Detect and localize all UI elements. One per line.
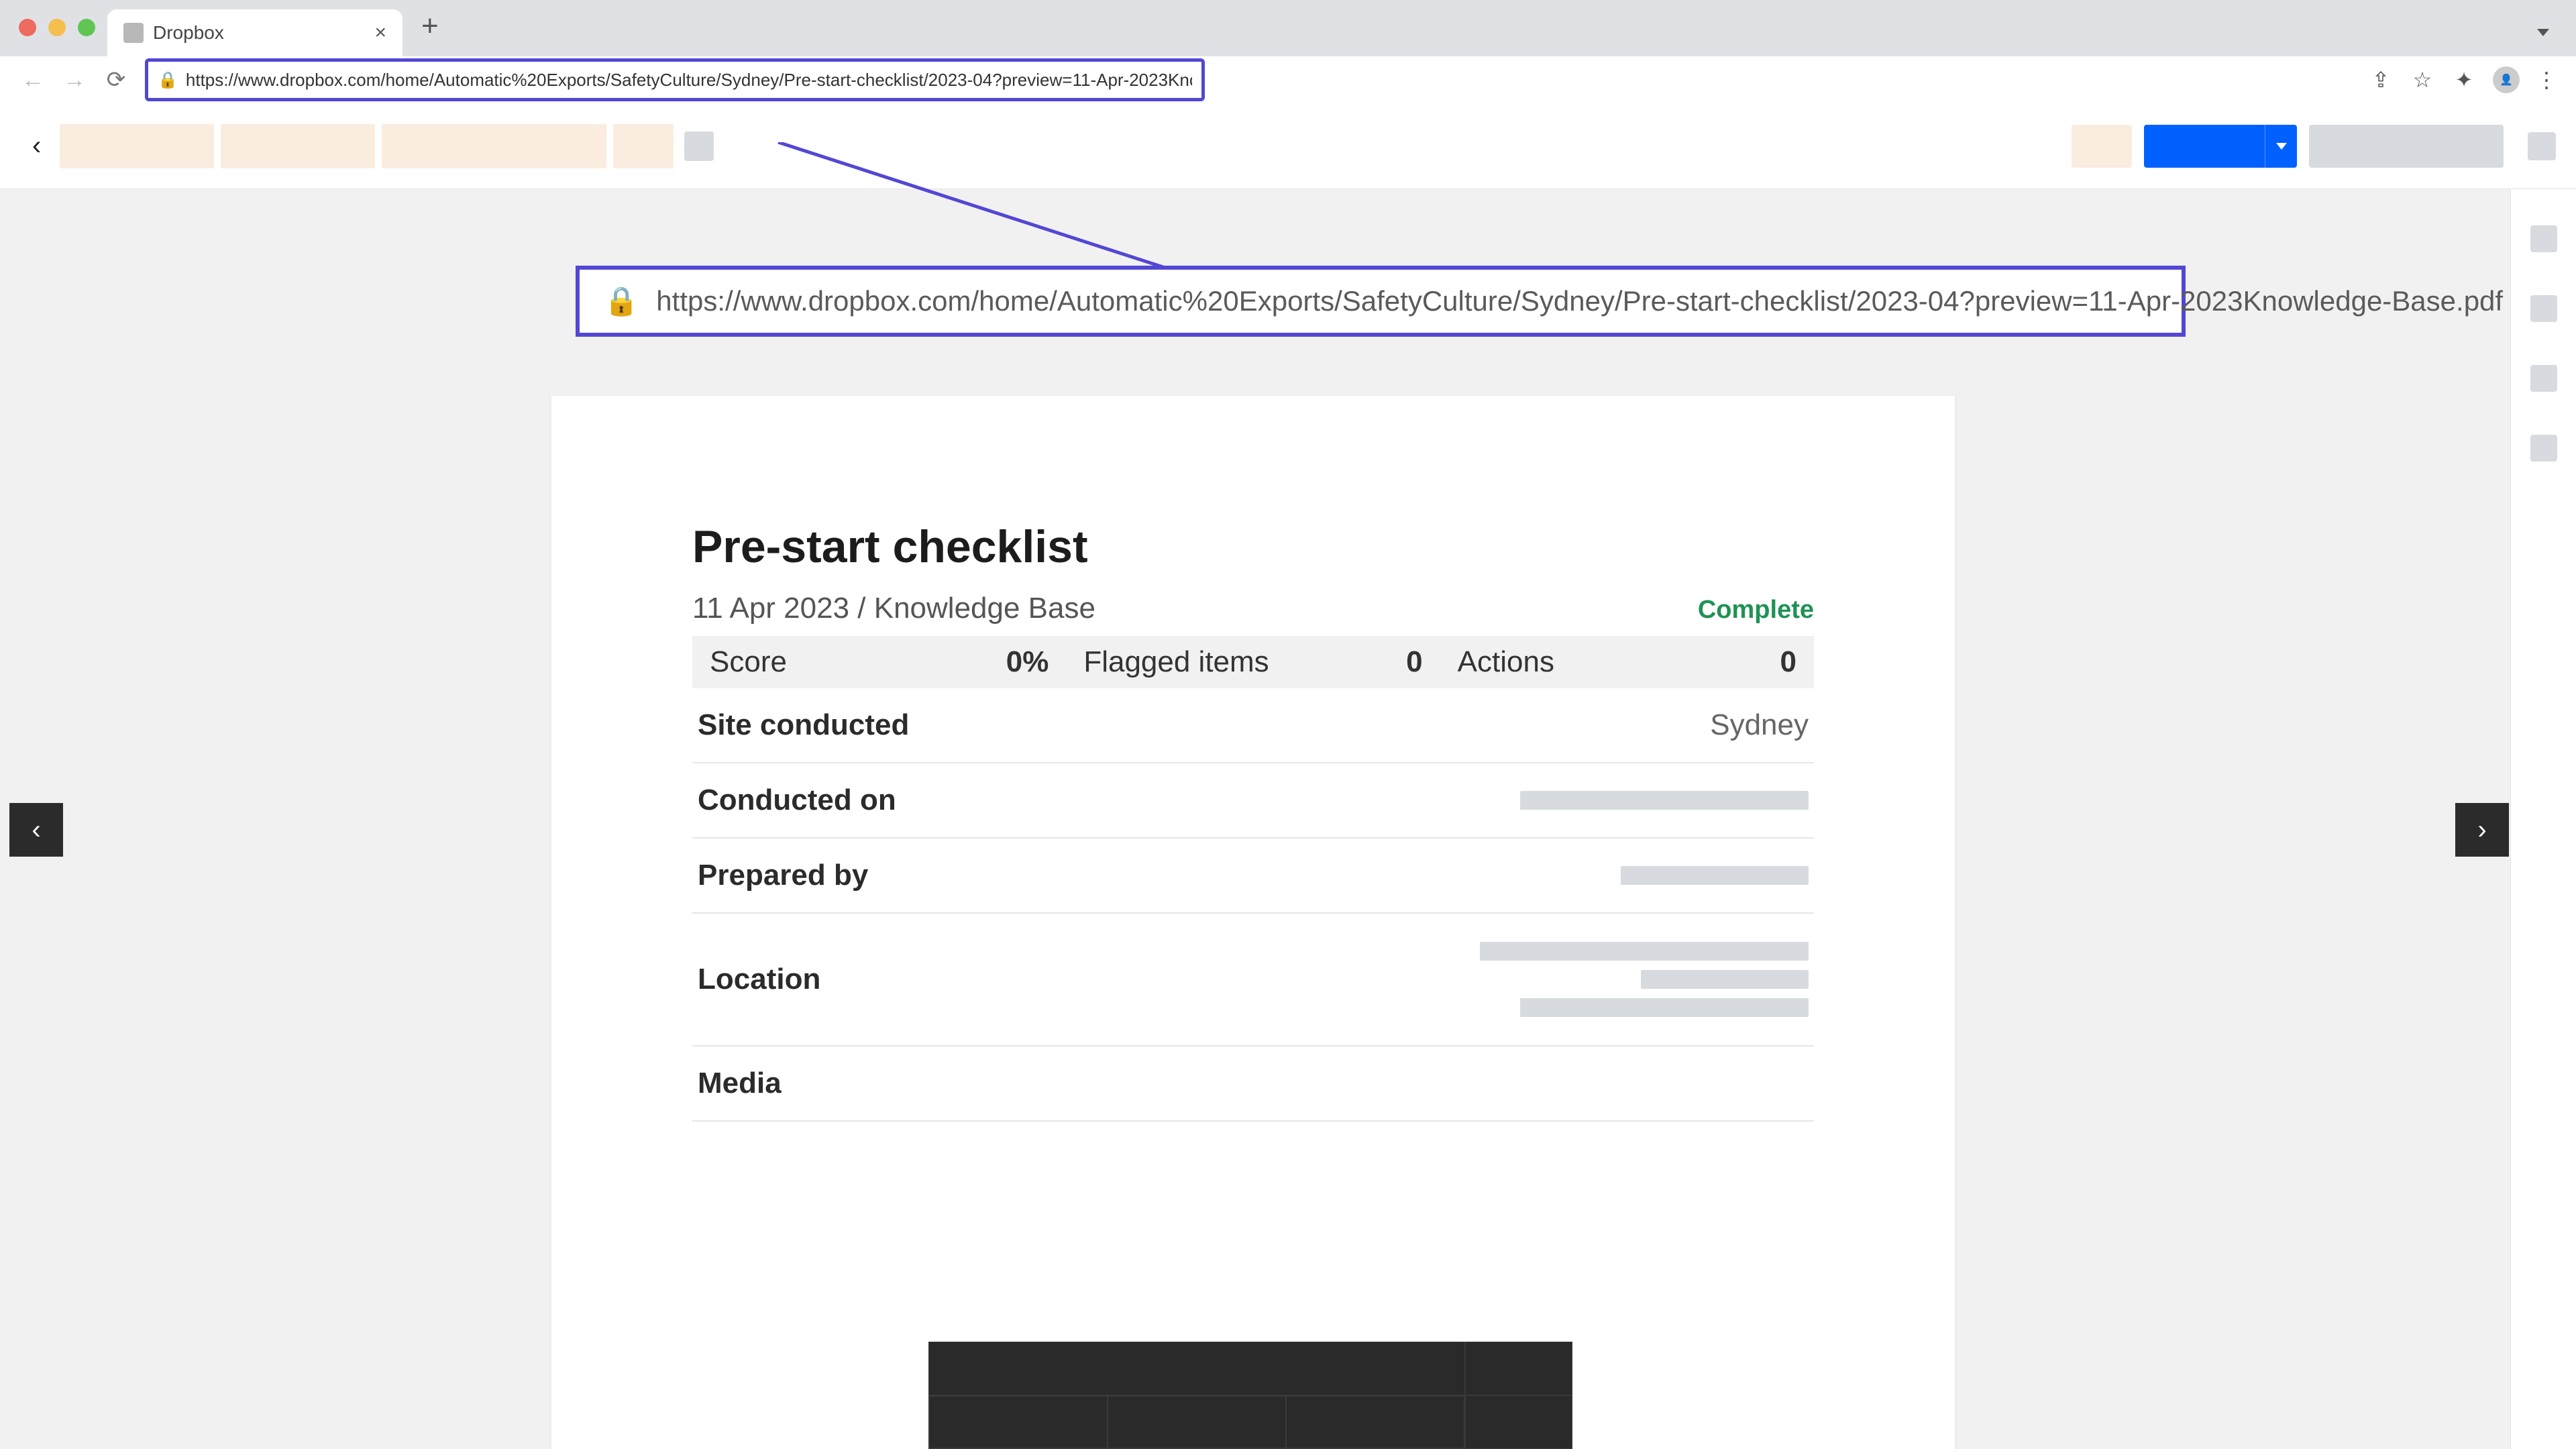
header-button-placeholder[interactable]: [2309, 125, 2504, 168]
breadcrumb-placeholder[interactable]: [382, 124, 606, 168]
field-label: Site conducted: [698, 708, 909, 742]
extensions-icon[interactable]: ✦: [2451, 67, 2477, 93]
preview-toolbar[interactable]: [928, 1342, 1572, 1449]
stat-flagged: Flagged items 0: [1066, 645, 1440, 679]
primary-action-button[interactable]: [2144, 125, 2297, 168]
stat-value: 0%: [1006, 645, 1049, 679]
lock-icon: 🔒: [604, 285, 639, 318]
document-subtitle-row: 11 Apr 2023 / Knowledge Base Complete: [692, 592, 1814, 625]
header-icon-placeholder[interactable]: [2528, 132, 2556, 160]
toolbar-section[interactable]: [1465, 1342, 1572, 1395]
tab-title: Dropbox: [153, 22, 365, 44]
previous-page-button[interactable]: ‹: [9, 803, 63, 857]
url-container: 🔒 https://www.dropbox.com/home/Automatic…: [145, 58, 2352, 101]
zoomed-url-text: https://www.dropbox.com/home/Automatic%2…: [656, 285, 2503, 317]
redacted-value: [1520, 791, 1809, 810]
stat-value: 0: [1780, 645, 1796, 679]
tab-overflow-icon[interactable]: [2537, 29, 2576, 56]
header-actions: [2072, 125, 2556, 168]
preview-stage: 🔒 https://www.dropbox.com/home/Automatic…: [0, 189, 2576, 1449]
sidebar-icon[interactable]: [2530, 295, 2557, 322]
field-location: Location: [692, 914, 1814, 1046]
profile-avatar-icon[interactable]: 👤: [2493, 66, 2520, 93]
dropbox-preview-header: ‹: [0, 103, 2576, 189]
field-value: Sydney: [1710, 708, 1809, 742]
field-label: Location: [698, 963, 820, 996]
stat-label: Actions: [1458, 645, 1554, 679]
window-controls: [15, 19, 107, 56]
header-button-placeholder[interactable]: [2072, 125, 2132, 168]
field-label: Media: [698, 1067, 782, 1100]
lock-icon: 🔒: [158, 70, 178, 90]
url-highlight-annotation: 🔒 https://www.dropbox.com/home/Automatic…: [145, 58, 1205, 101]
close-tab-icon[interactable]: ×: [374, 21, 386, 44]
new-tab-button[interactable]: +: [402, 9, 458, 56]
toolbar-section[interactable]: [1465, 1395, 1572, 1449]
bookmark-icon[interactable]: ☆: [2410, 67, 2435, 93]
chevron-down-icon: [2276, 143, 2287, 150]
document-preview-page: Pre-start checklist 11 Apr 2023 / Knowle…: [551, 396, 1955, 1449]
stat-label: Flagged items: [1083, 645, 1269, 679]
stat-actions: Actions 0: [1440, 645, 1814, 679]
dropbox-favicon-icon: [123, 23, 144, 43]
sidebar-icon[interactable]: [2530, 435, 2557, 462]
field-prepared-by: Prepared by: [692, 839, 1814, 914]
sidebar-icon[interactable]: [2530, 365, 2557, 392]
field-site-conducted: Site conducted Sydney: [692, 688, 1814, 763]
toolbar-button[interactable]: [1286, 1396, 1464, 1448]
toolbar-button[interactable]: [929, 1396, 1108, 1448]
stats-row: Score 0% Flagged items 0 Actions 0: [692, 636, 1814, 688]
document-title: Pre-start checklist: [692, 521, 1814, 573]
field-label: Conducted on: [698, 784, 896, 817]
address-bar-actions: ⇪ ☆ ✦ 👤 ⋮: [2368, 66, 2556, 93]
stat-label: Score: [710, 645, 787, 679]
url-zoom-callout: 🔒 https://www.dropbox.com/home/Automatic…: [576, 266, 2186, 337]
primary-action-dropdown[interactable]: [2265, 125, 2297, 168]
preview-back-button[interactable]: ‹: [20, 131, 53, 161]
close-window-icon[interactable]: [19, 19, 36, 36]
breadcrumb-placeholder[interactable]: [221, 124, 375, 168]
menu-icon[interactable]: ⋮: [2536, 67, 2556, 93]
share-icon[interactable]: ⇪: [2368, 67, 2394, 93]
stat-value: 0: [1406, 645, 1422, 679]
status-badge: Complete: [1698, 596, 1814, 625]
right-sidebar: [2510, 189, 2576, 1449]
field-conducted-on: Conducted on: [692, 763, 1814, 839]
toolbar-section: [928, 1395, 1465, 1449]
maximize-window-icon[interactable]: [78, 19, 95, 36]
browser-chrome: Dropbox × + ← → ⟳ 🔒 https://www.dropbox.…: [0, 0, 2576, 103]
toolbar-section[interactable]: [928, 1342, 1465, 1395]
breadcrumb-placeholder[interactable]: [613, 124, 674, 168]
forward-button[interactable]: →: [62, 67, 87, 93]
primary-action-main[interactable]: [2144, 125, 2265, 168]
url-text[interactable]: https://www.dropbox.com/home/Automatic%2…: [186, 70, 1192, 91]
document-subtitle: 11 Apr 2023 / Knowledge Base: [692, 592, 1095, 625]
field-media: Media: [692, 1046, 1814, 1122]
redacted-value: [1621, 866, 1809, 885]
minimize-window-icon[interactable]: [48, 19, 66, 36]
tab-bar: Dropbox × +: [0, 0, 2576, 56]
toolbar-button[interactable]: [1108, 1396, 1286, 1448]
redacted-value: [1480, 942, 1809, 1017]
stat-score: Score 0%: [692, 645, 1066, 679]
back-button[interactable]: ←: [20, 67, 46, 93]
browser-tab[interactable]: Dropbox ×: [107, 9, 402, 56]
address-bar: ← → ⟳ 🔒 https://www.dropbox.com/home/Aut…: [0, 56, 2576, 103]
next-page-button[interactable]: ›: [2455, 803, 2509, 857]
field-label: Prepared by: [698, 859, 868, 892]
breadcrumb-overflow-icon[interactable]: [684, 131, 714, 161]
reload-button[interactable]: ⟳: [103, 67, 129, 93]
sidebar-icon[interactable]: [2530, 225, 2557, 252]
breadcrumb-placeholder[interactable]: [60, 124, 214, 168]
